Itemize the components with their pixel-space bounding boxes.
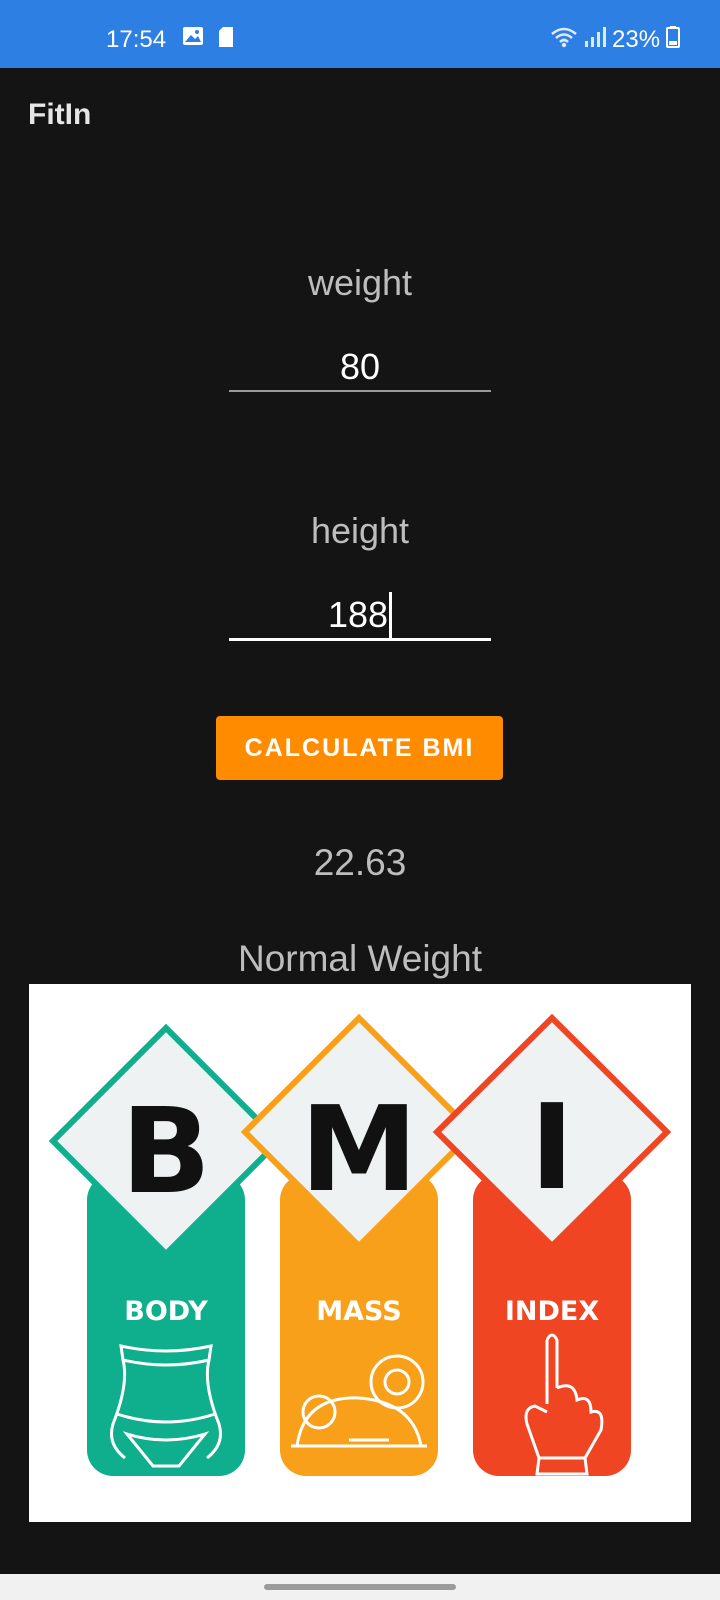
status-time: 17:54 — [106, 26, 167, 53]
bmi-letter-i: I — [530, 1078, 574, 1216]
sd-card-icon — [218, 26, 234, 53]
navigation-bar — [0, 1574, 720, 1600]
height-label: height — [310, 510, 410, 551]
height-input-value: 188 — [327, 594, 389, 635]
bmi-word-index: INDEX — [505, 1296, 599, 1327]
bmi-word-body: BODY — [124, 1296, 208, 1327]
status-bar: 17:54 23% — [0, 0, 720, 68]
weight-input-value: 80 — [339, 346, 381, 387]
bmi-letter-b: B — [121, 1082, 211, 1220]
image-icon — [182, 26, 204, 51]
wifi-icon — [550, 26, 578, 53]
weight-input[interactable]: 80 — [229, 344, 491, 392]
text-cursor — [389, 592, 393, 638]
calculate-bmi-button[interactable]: CALCULATE BMI — [216, 716, 503, 780]
signal-icon — [584, 26, 606, 53]
bmi-result-value: 22.63 — [313, 842, 407, 883]
bmi-word-mass: MASS — [316, 1296, 401, 1327]
bmi-illustration: B M I BODY MASS INDEX — [29, 984, 691, 1522]
weight-label: weight — [307, 262, 413, 303]
bmi-letter-m: M — [300, 1080, 417, 1218]
bmi-category-label: Normal Weight — [237, 938, 482, 979]
battery-icon — [666, 26, 680, 53]
home-gesture-handle[interactable] — [264, 1584, 456, 1590]
battery-percentage: 23% — [612, 26, 661, 53]
height-input[interactable]: 188 — [229, 592, 491, 641]
app-title: FitIn — [28, 98, 92, 131]
